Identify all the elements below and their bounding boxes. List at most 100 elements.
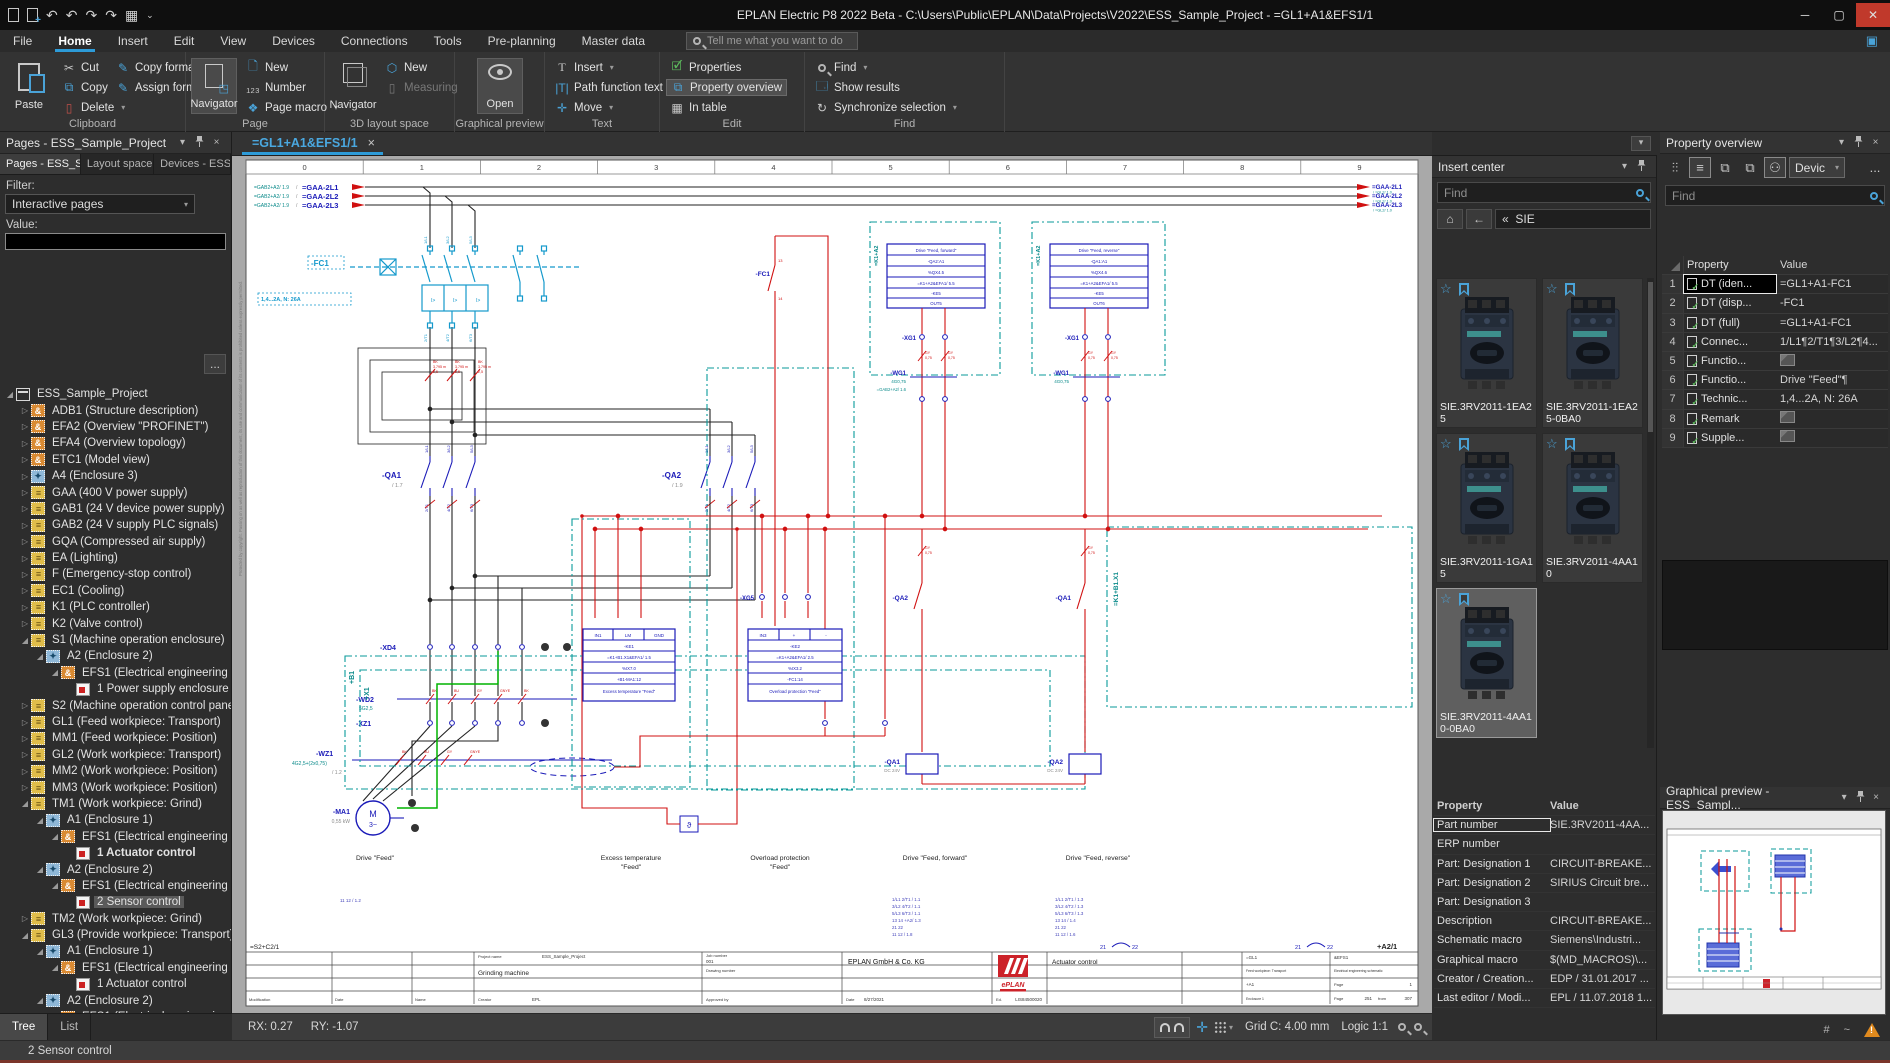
find-button[interactable]: Find▾ <box>811 59 961 76</box>
tree-item[interactable]: ▷≡GQA (Compressed air supply) <box>0 534 231 550</box>
tree-item[interactable]: ▷≡EC1 (Cooling) <box>0 583 231 599</box>
tree-expander-icon[interactable]: ▷ <box>19 439 31 448</box>
tree-expander-icon[interactable]: ▷ <box>19 521 31 530</box>
tree-view-icon[interactable]: ⫶⫶ <box>1664 157 1686 178</box>
detail-row[interactable]: Graphical macro$(MD_MACROS)\... <box>1434 951 1655 970</box>
tree-expander-icon[interactable]: ▷ <box>19 619 31 628</box>
menu-insert[interactable]: Insert <box>105 30 161 52</box>
delete-button[interactable]: ▯Delete▾ <box>58 99 129 116</box>
tree-expander-icon[interactable]: ▷ <box>19 455 31 464</box>
page-navigator-button[interactable]: Navigator <box>191 58 237 114</box>
plc-box-ke1[interactable]: IN1 LM GND -KE1 =K1+B1.X1&EFA1/ 1.5 %IX7… <box>583 629 675 701</box>
tree-item[interactable]: 1 Power supply enclosure pa... <box>0 681 231 697</box>
tab-tree[interactable]: Tree <box>0 1014 48 1040</box>
filter-dropdown[interactable]: Interactive pages▾ <box>5 194 195 214</box>
tree-expander-icon[interactable]: ◢ <box>34 652 46 661</box>
menu-master-data[interactable]: Master data <box>569 30 658 52</box>
filter-more-button[interactable]: ... <box>204 354 226 374</box>
tree-expander-icon[interactable]: ◢ <box>34 816 46 825</box>
detail-row[interactable]: ERP number <box>1434 835 1655 854</box>
tree-expander-icon[interactable]: ▷ <box>19 750 31 759</box>
tree-item[interactable]: ▷≡K1 (PLC controller) <box>0 599 231 615</box>
close-icon[interactable]: × <box>208 137 225 148</box>
tree-expander-icon[interactable]: ▷ <box>19 586 31 595</box>
tree-item[interactable]: ▷≡GAB2 (24 V supply PLC signals) <box>0 517 231 533</box>
tree-item[interactable]: ▷&EFA4 (Overview topology) <box>0 435 231 451</box>
list-view-icon[interactable]: ≡ <box>1689 157 1711 178</box>
tree-item[interactable]: ◢✦A2 (Enclosure 2) <box>0 861 231 877</box>
filter-user-icon[interactable]: ⚇ <box>1764 157 1786 178</box>
tree-expander-icon[interactable]: ◢ <box>49 668 61 677</box>
tab-list[interactable]: List <box>48 1014 91 1040</box>
detail-row[interactable]: Part: Designation 1CIRCUIT-BREAKE... <box>1434 855 1655 874</box>
undo-history-icon[interactable]: ↶ <box>66 8 78 22</box>
tree-item[interactable]: ▷≡MM1 (Feed workpiece: Position) <box>0 730 231 746</box>
pin-icon[interactable] <box>1850 136 1867 150</box>
tree-item[interactable]: ◢ESS_Sample_Project <box>0 386 231 402</box>
plc-box-forward[interactable]: Drive "Feed, forward" -QA2:A1 %QX4.5 =K1… <box>887 244 985 308</box>
tree-item[interactable]: ◢≡S1 (Machine operation enclosure) <box>0 632 231 648</box>
tree-item[interactable]: ◢&EFS1 (Electrical engineering sch... <box>0 829 231 845</box>
property-overview-find[interactable]: Find <box>1665 185 1885 206</box>
open-page-icon[interactable] <box>27 8 38 22</box>
tab-pages[interactable]: Pages - ESS_Sa... <box>0 154 81 174</box>
property-row[interactable]: 6Functio...Drive "Feed"¶ <box>1662 371 1888 390</box>
property-row[interactable]: 1DT (iden...=GL1+A1-FC1 <box>1662 275 1888 294</box>
path-function-text-button[interactable]: |T|Path function text <box>551 79 667 96</box>
tree-item[interactable]: ▷&ADB1 (Structure description) <box>0 402 231 418</box>
insert-center-find[interactable]: Find <box>1437 182 1651 203</box>
tree-item[interactable]: ◢≡TM1 (Work workpiece: Grind) <box>0 796 231 812</box>
crosshair-icon[interactable]: ✛ <box>1196 1019 1208 1036</box>
tree-item[interactable]: ◢&EFS1 (Electrical engineering sch... <box>0 878 231 894</box>
tree-expander-icon[interactable]: ▷ <box>19 701 31 710</box>
ribbon-options-icon[interactable]: ▣ <box>1866 33 1878 49</box>
menu-tools[interactable]: Tools <box>421 30 475 52</box>
tree-expander-icon[interactable]: ▷ <box>19 537 31 546</box>
zoom-in-icon[interactable] <box>1398 1023 1406 1031</box>
menu-pre-planning[interactable]: Pre-planning <box>475 30 569 52</box>
tree-item[interactable]: ▷≡K2 (Valve control) <box>0 615 231 631</box>
zoom-out-icon[interactable] <box>1414 1023 1422 1031</box>
property-row[interactable]: 3DT (full)=GL1+A1-FC1 <box>1662 314 1888 333</box>
tree-item[interactable]: ◢&EFS1 (Electrical engineering sch... <box>0 960 231 976</box>
tree-expander-icon[interactable]: ▷ <box>19 406 31 415</box>
chevron-down-icon[interactable]: ▾ <box>174 137 191 148</box>
paste-icon[interactable]: ⧉ <box>1739 157 1761 178</box>
move-button[interactable]: ✛Move▾ <box>551 99 667 116</box>
tree-item[interactable]: ▷≡GAB1 (24 V device power supply) <box>0 501 231 517</box>
tree-item[interactable]: ◢✦A1 (Enclosure 1) <box>0 943 231 959</box>
undo-icon[interactable]: ↶ <box>46 8 58 22</box>
home-button[interactable]: ⌂ <box>1437 209 1463 229</box>
show-results-button[interactable]: 🗔Show results <box>811 79 961 96</box>
graphical-preview-body[interactable] <box>1662 810 1886 1015</box>
tree-item[interactable]: 2 Sensor control <box>0 894 231 910</box>
tree-item[interactable]: ▷&ETC1 (Model view) <box>0 452 231 468</box>
tree-item[interactable]: ▷≡EA (Lighting) <box>0 550 231 566</box>
value-input[interactable] <box>5 233 226 250</box>
new-page-icon[interactable] <box>8 8 19 22</box>
pin-icon[interactable] <box>1852 791 1868 805</box>
tree-expander-icon[interactable]: ▷ <box>19 603 31 612</box>
tab-layout-space[interactable]: Layout space -... <box>81 154 154 174</box>
tree-item[interactable]: ◢&EFS1 (Electrical engineering sch... <box>0 665 231 681</box>
tree-item[interactable]: ▷≡MM2 (Work workpiece: Position) <box>0 763 231 779</box>
grid-icon[interactable] <box>1214 1021 1227 1034</box>
tree-expander-icon[interactable]: ▷ <box>19 570 31 579</box>
part-card[interactable]: ☆SIE.3RV2011-1EA25-0BA0 <box>1542 278 1643 428</box>
redo-icon[interactable]: ↷ <box>85 8 97 22</box>
chevron-down-icon[interactable]: ▾ <box>1616 161 1633 172</box>
tree-expander-icon[interactable]: ◢ <box>49 963 61 972</box>
chevron-down-icon[interactable]: ▾ <box>1833 137 1850 148</box>
tree-expander-icon[interactable]: ▷ <box>19 488 31 497</box>
property-row[interactable]: 5Functio... <box>1662 352 1888 371</box>
more-button[interactable]: ... <box>1864 157 1886 178</box>
detail-row[interactable]: Part: Designation 2SIRIUS Circuit bre... <box>1434 874 1655 893</box>
menu-edit[interactable]: Edit <box>161 30 208 52</box>
close-button[interactable]: ✕ <box>1856 3 1890 27</box>
part-card[interactable]: ☆SIE.3RV2011-1EA25 <box>1436 278 1537 428</box>
in-table-button[interactable]: ▦In table <box>666 99 787 116</box>
tree-item[interactable]: ◢✦A2 (Enclosure 2) <box>0 992 231 1008</box>
tree-expander-icon[interactable]: ▷ <box>19 914 31 923</box>
tree-item[interactable]: ▷≡GAA (400 V power supply) <box>0 484 231 500</box>
menu-home[interactable]: Home <box>45 30 104 52</box>
